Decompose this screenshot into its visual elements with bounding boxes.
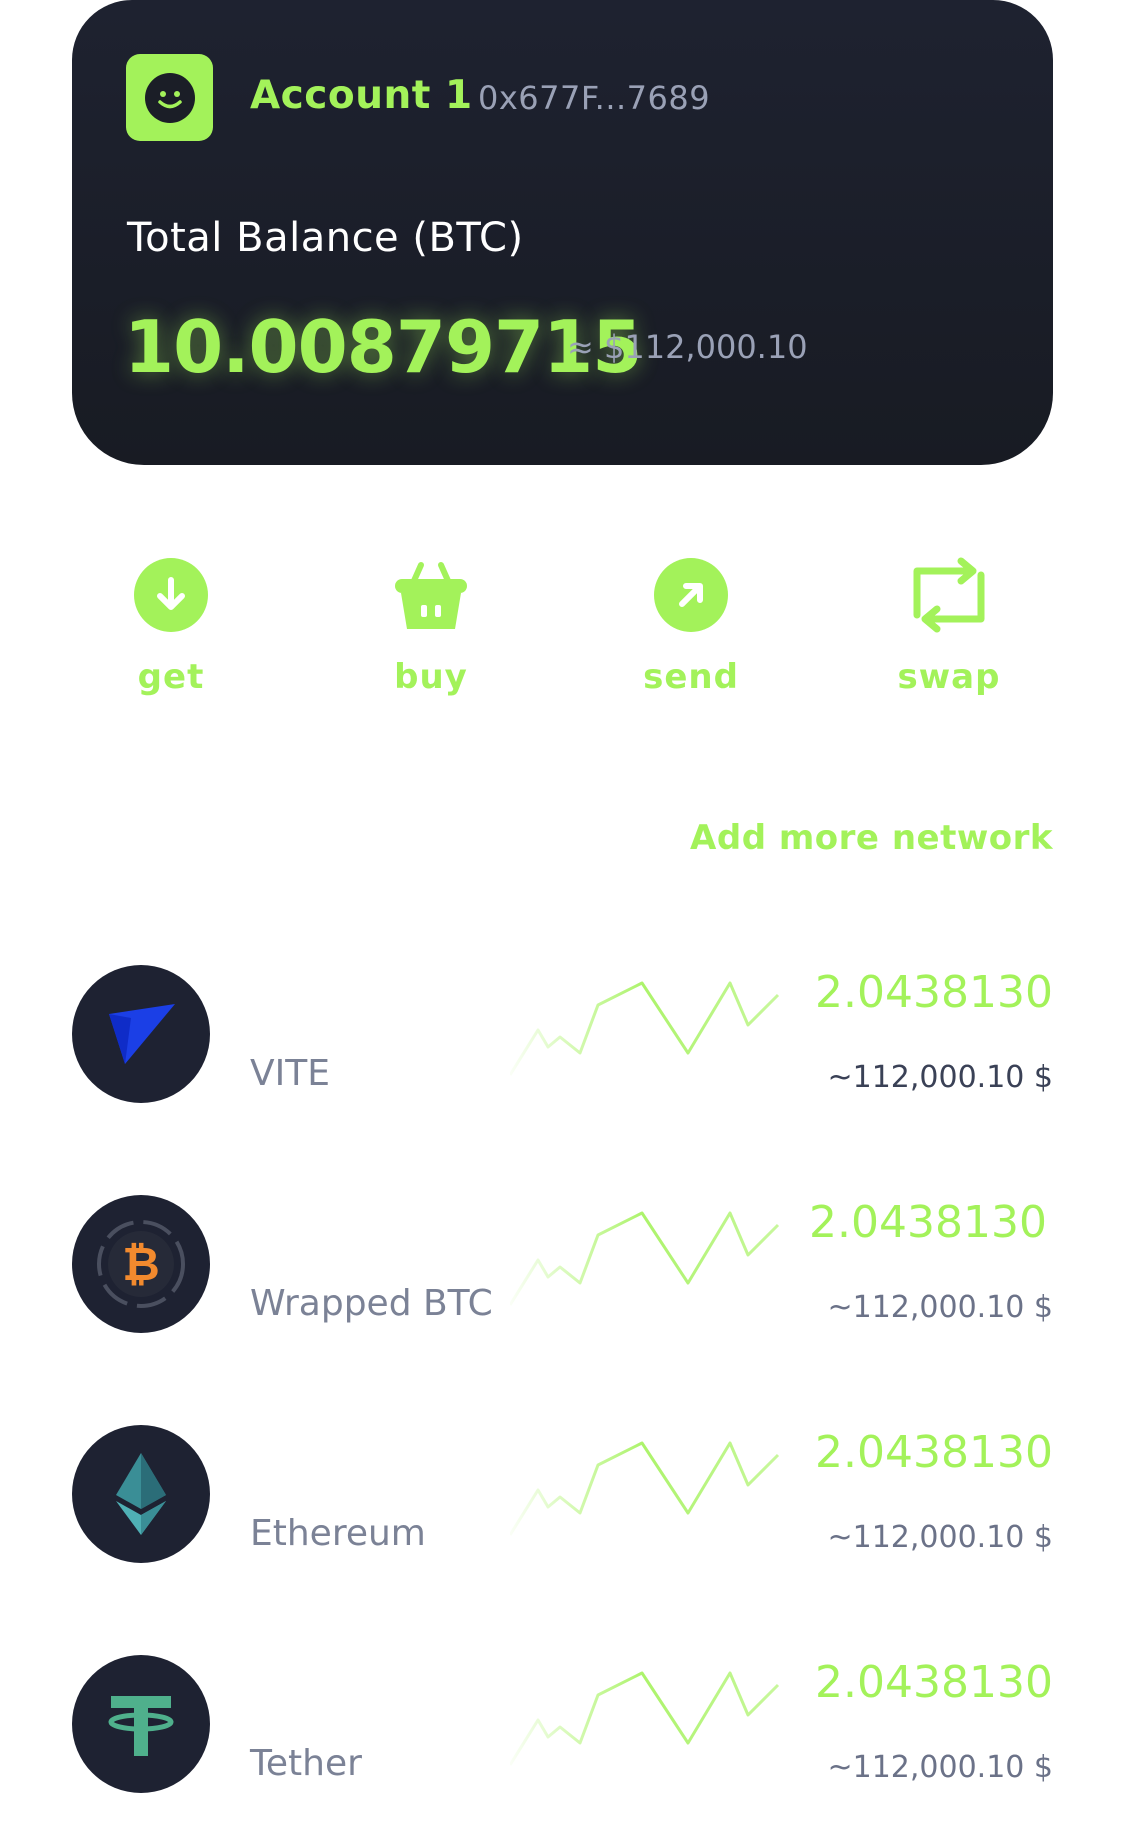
token-name: Ethereum [250,1513,426,1554]
arrow-up-right-icon [654,558,728,632]
svg-text:₿: ₿ [122,1237,160,1291]
avatar[interactable] [126,54,213,141]
token-usd-value: ~112,000.10 $ [827,1520,1053,1555]
account-name[interactable]: Account 1 [250,73,473,118]
sparkline [510,1671,780,1766]
token-amount: 2.0438130 [809,1197,1047,1248]
basket-icon [395,562,467,629]
send-button[interactable]: send [591,555,791,715]
token-name: VITE [250,1053,330,1094]
get-label: get [137,657,205,697]
bitcoin-logo-icon: ₿ [97,1220,185,1308]
balance-usd: ≈ $112,000.10 [567,328,808,366]
token-logo [72,1425,210,1563]
swap-icon [913,557,985,633]
token-row-vite[interactable]: VITE 2.0438130 ~112,000.10 $ [0,965,1125,1105]
token-logo [72,965,210,1103]
send-label: send [643,657,739,697]
tether-logo-icon [108,1696,174,1756]
buy-label: buy [394,657,468,697]
token-logo [72,1655,210,1793]
swap-label: swap [897,657,1001,697]
token-row-ethereum[interactable]: Ethereum 2.0438130 ~112,000.10 $ [0,1425,1125,1565]
token-usd-value: ~112,000.10 $ [827,1060,1053,1095]
balance-value: 10.00879715 [124,305,642,389]
token-amount: 2.0438130 [815,967,1053,1018]
add-more-network-link[interactable]: Add more network [690,818,1053,858]
sparkline [510,981,780,1076]
smiley-icon [144,72,195,123]
account-card: Account 1 0x677F...7689 Total Balance (B… [72,0,1053,465]
token-name: Wrapped BTC [250,1283,493,1324]
account-address[interactable]: 0x677F...7689 [478,79,710,117]
token-usd-value: ~112,000.10 $ [827,1290,1053,1325]
buy-button[interactable]: buy [331,555,531,715]
sparkline [510,1441,780,1536]
swap-button[interactable]: swap [849,555,1049,715]
balance-label: Total Balance (BTC) [127,215,524,261]
token-amount: 2.0438130 [815,1657,1053,1708]
token-usd-value: ~112,000.10 $ [827,1750,1053,1785]
get-button[interactable]: get [71,555,271,715]
token-amount: 2.0438130 [815,1427,1053,1478]
token-logo: ₿ [72,1195,210,1333]
token-name: Tether [250,1743,362,1784]
download-icon [134,558,208,632]
token-row-wrapped-btc[interactable]: ₿ Wrapped BTC 2.0438130 ~112,000.10 $ [0,1195,1125,1335]
token-row-tether[interactable]: Tether 2.0438130 ~112,000.10 $ [0,1655,1125,1795]
sparkline [510,1211,780,1306]
vite-logo-icon [109,1004,175,1064]
ethereum-logo-icon [116,1453,166,1535]
action-bar: get buy send swap [0,555,1125,715]
